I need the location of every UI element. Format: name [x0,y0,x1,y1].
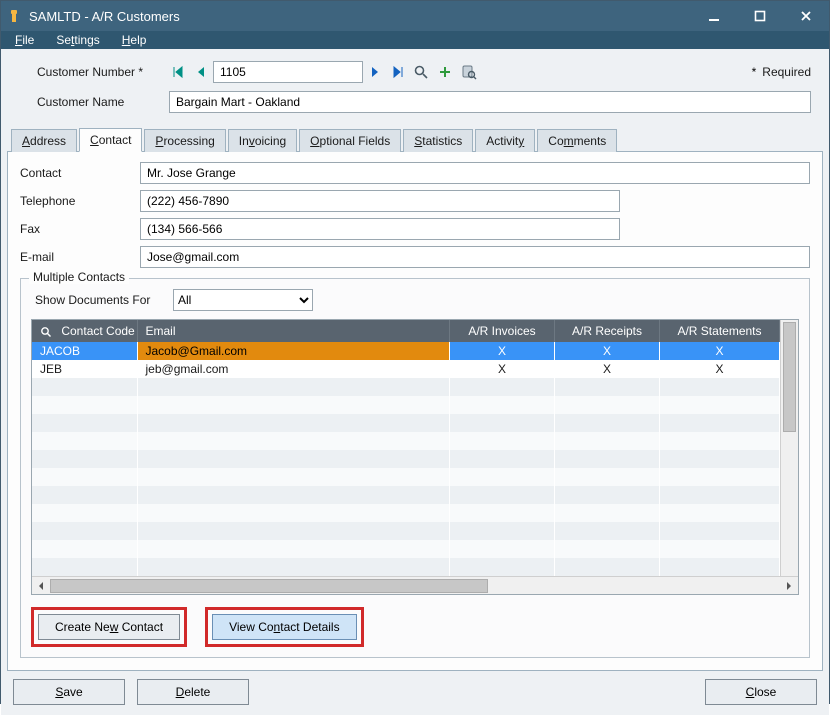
table-row-empty [32,522,780,540]
customer-name-label: Customer Name [19,95,169,109]
tabstrip: Address Contact Processing Invoicing Opt… [7,127,823,152]
customer-name-input[interactable] [169,91,811,113]
menu-file[interactable]: File [5,31,44,49]
show-documents-label: Show Documents For [35,293,165,307]
menu-help[interactable]: Help [112,31,157,49]
zoom-detail-icon[interactable] [459,62,479,82]
customer-number-label: Customer Number * [19,65,169,79]
table-row-empty [32,378,780,396]
table-row-empty [32,558,780,576]
menubar: File Settings Help [1,31,829,49]
contact-input[interactable] [140,162,810,184]
table-row-empty [32,432,780,450]
tab-contact[interactable]: Contact [79,128,142,152]
telephone-input[interactable] [140,190,620,212]
contact-label: Contact [20,166,140,180]
email-label: E-mail [20,250,140,264]
table-row-empty [32,414,780,432]
tab-invoicing[interactable]: Invoicing [228,129,297,152]
table-row-empty [32,450,780,468]
tab-comments[interactable]: Comments [537,129,617,152]
nav-prev-button[interactable] [191,63,209,81]
show-documents-select[interactable]: All [173,289,313,311]
nav-last-button[interactable] [389,63,407,81]
delete-button[interactable]: Delete [137,679,249,705]
table-row-empty [32,540,780,558]
view-contact-details-button[interactable]: View Contact Details [212,614,357,640]
create-new-contact-highlight: Create New Contact [31,607,187,647]
col-contact-code[interactable]: Contact Code [32,320,137,342]
multiple-contacts-legend: Multiple Contacts [29,270,129,284]
menu-settings[interactable]: Settings [46,31,109,49]
app-icon [7,8,23,24]
tab-statistics[interactable]: Statistics [403,129,473,152]
scroll-left-icon[interactable] [32,578,50,594]
vertical-scrollbar[interactable] [780,320,798,576]
contacts-grid: Contact Code Email A/R Invoices A/R Rece… [31,319,799,595]
tab-processing[interactable]: Processing [144,129,225,152]
email-input[interactable] [140,246,810,268]
nav-first-button[interactable] [169,63,187,81]
finder-search-icon[interactable] [411,62,431,82]
tab-optional-fields[interactable]: Optional Fields [299,129,401,152]
fax-input[interactable] [140,218,620,240]
tab-panel-contact: Contact Telephone Fax E-mail Multiple Co… [7,152,823,671]
nav-next-button[interactable] [367,63,385,81]
header-form: Customer Number * [7,55,823,123]
telephone-label: Telephone [20,194,140,208]
horizontal-scrollbar[interactable] [32,576,798,594]
titlebar: SAMLTD - A/R Customers [1,1,829,31]
tab-address[interactable]: Address [11,129,77,152]
save-button[interactable]: Save [13,679,125,705]
fax-label: Fax [20,222,140,236]
app-window: SAMLTD - A/R Customers File Settings Hel… [0,0,830,704]
table-row[interactable]: JEBjeb@gmail.comXXX [32,360,780,378]
close-button[interactable]: Close [705,679,817,705]
window-title: SAMLTD - A/R Customers [29,9,691,24]
contacts-table[interactable]: Contact Code Email A/R Invoices A/R Rece… [32,320,780,576]
table-row-empty [32,396,780,414]
window-close-button[interactable] [783,1,829,31]
table-row-empty [32,504,780,522]
footer-bar: Save Delete Close [1,671,829,715]
customer-number-input[interactable] [213,61,363,83]
col-ar-receipts[interactable]: A/R Receipts [555,320,660,342]
table-row[interactable]: JACOBJacob@Gmail.comXXX [32,342,780,360]
window-minimize-button[interactable] [691,1,737,31]
table-row-empty [32,468,780,486]
required-indicator: *Required [752,65,811,79]
tab-activity[interactable]: Activity [475,129,535,152]
search-icon [40,326,52,338]
create-new-contact-button[interactable]: Create New Contact [38,614,180,640]
view-contact-details-highlight: View Contact Details [205,607,364,647]
window-maximize-button[interactable] [737,1,783,31]
col-ar-invoices[interactable]: A/R Invoices [450,320,555,342]
new-record-icon[interactable] [435,62,455,82]
content-area: Customer Number * [1,49,829,671]
col-email[interactable]: Email [137,320,450,342]
col-ar-statements[interactable]: A/R Statements [660,320,780,342]
multiple-contacts-group: Multiple Contacts Show Documents For All [20,278,810,658]
scroll-right-icon[interactable] [780,578,798,594]
table-row-empty [32,486,780,504]
table-header-row: Contact Code Email A/R Invoices A/R Rece… [32,320,780,342]
